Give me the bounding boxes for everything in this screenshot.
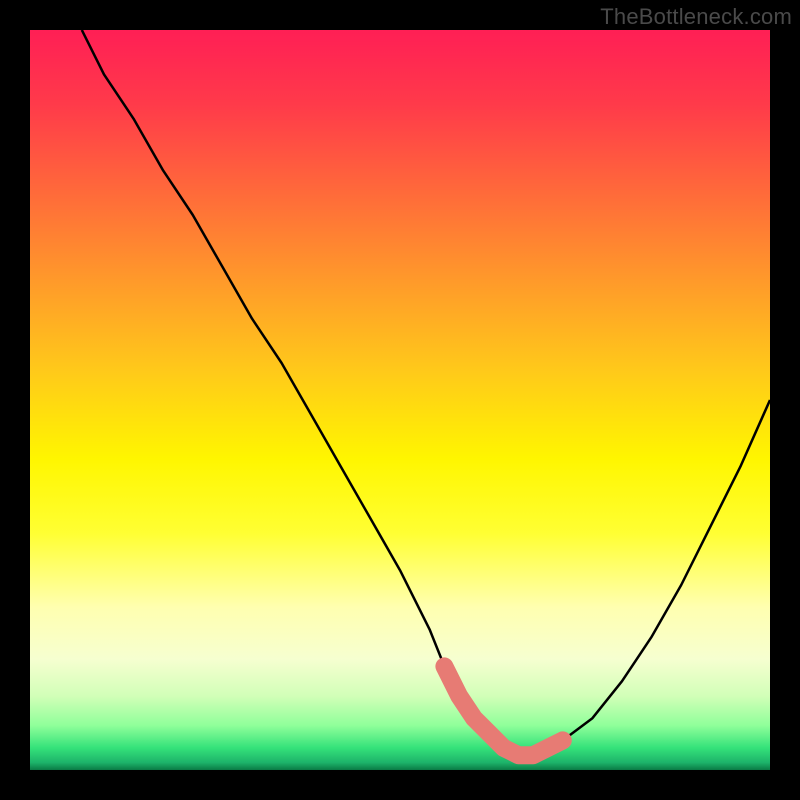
- watermark-text: TheBottleneck.com: [600, 4, 792, 30]
- bottleneck-curve: [82, 30, 770, 755]
- trough-highlight: [444, 666, 562, 755]
- curve-layer: [30, 30, 770, 770]
- plot-area: [30, 30, 770, 770]
- chart-stage: TheBottleneck.com: [0, 0, 800, 800]
